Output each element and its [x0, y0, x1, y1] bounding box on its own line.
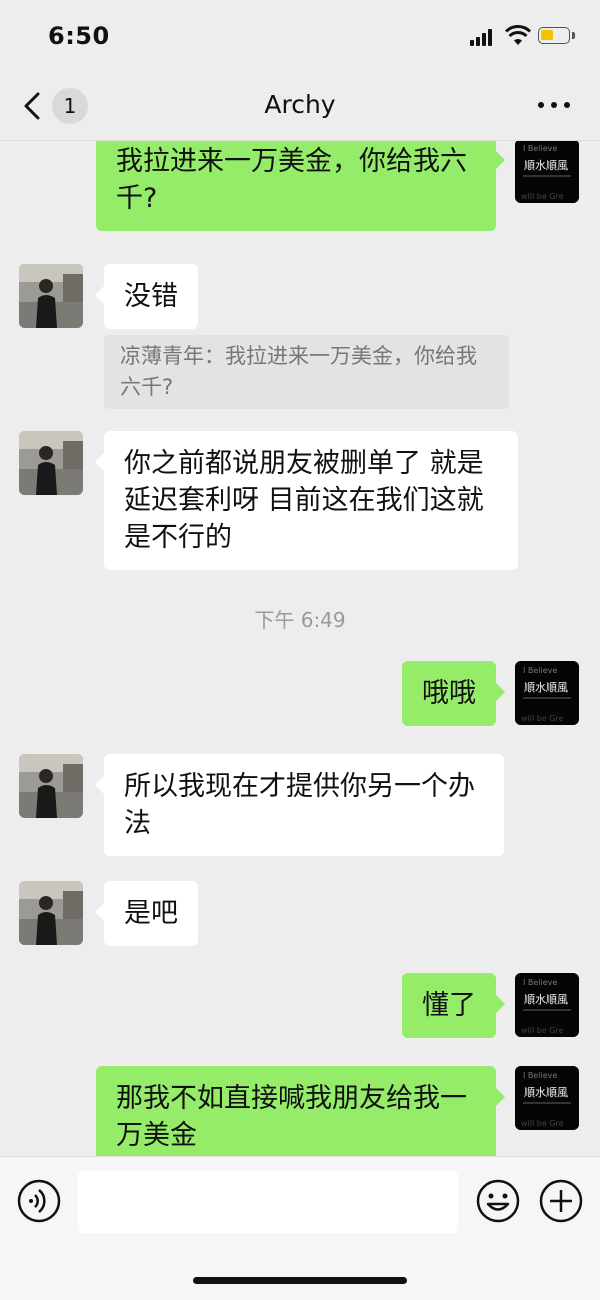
status-bar: 6:50	[0, 0, 600, 72]
svg-text:順水順風: 順水順風	[524, 1086, 568, 1099]
contact-avatar[interactable]	[19, 431, 83, 495]
message-list[interactable]: 我拉进来一万美金，你给我六千? I Believe 順水順風 will be G…	[0, 141, 600, 1156]
svg-text:will be Gre: will be Gre	[521, 192, 564, 201]
signal-icon	[470, 28, 496, 46]
svg-text:I Believe: I Believe	[523, 144, 557, 153]
svg-text:順水順風: 順水順風	[524, 681, 568, 694]
message-timestamp: 下午 6:49	[254, 608, 346, 632]
add-icon[interactable]	[539, 1179, 583, 1223]
svg-text:I Believe: I Believe	[523, 978, 557, 987]
message-bubble-incoming[interactable]: 你之前都说朋友被删单了 就是延迟套利呀 目前这在我们这就是不行的	[95, 431, 518, 570]
voice-icon[interactable]	[17, 1179, 61, 1223]
wifi-icon	[505, 25, 531, 45]
input-bar	[0, 1156, 600, 1300]
svg-text:will be Gre: will be Gre	[521, 1119, 564, 1128]
message-bubble-incoming[interactable]: 是吧	[95, 881, 198, 946]
svg-text:will be Gre: will be Gre	[521, 1026, 564, 1035]
message-bubble-outgoing[interactable]: 那我不如直接喊我朋友给我一万美金	[96, 1066, 505, 1156]
self-avatar[interactable]: I Believe 順水順風 will be Gre	[515, 141, 579, 203]
home-indicator	[193, 1277, 407, 1284]
quoted-message[interactable]: 凉薄青年：我拉进来一万美金，你给我六千?	[104, 335, 509, 409]
self-avatar[interactable]: I Believe 順水順風 will be Gre	[515, 1066, 579, 1130]
battery-icon	[538, 27, 570, 44]
contact-avatar-image	[19, 264, 83, 328]
svg-text:I Believe: I Believe	[523, 666, 557, 675]
svg-text:順水順風: 順水順風	[524, 993, 568, 1006]
message-bubble-outgoing[interactable]: 我拉进来一万美金，你给我六千?	[96, 141, 505, 231]
contact-avatar[interactable]	[19, 881, 83, 945]
more-icon[interactable]	[538, 102, 572, 110]
emoji-icon[interactable]	[476, 1179, 520, 1223]
self-avatar[interactable]: I Believe 順水順風 will be Gre	[515, 661, 579, 725]
contact-avatar[interactable]	[19, 264, 83, 328]
chat-title: Archy	[264, 90, 336, 119]
message-bubble-outgoing[interactable]: 懂了	[402, 973, 505, 1038]
message-bubble-incoming[interactable]: 所以我现在才提供你另一个办法	[95, 754, 504, 856]
message-input[interactable]	[78, 1171, 458, 1233]
message-bubble-outgoing[interactable]: 哦哦	[402, 661, 505, 726]
contact-avatar[interactable]	[19, 754, 83, 818]
svg-text:順水順風: 順水順風	[524, 159, 568, 172]
svg-text:will be Gre: will be Gre	[521, 714, 564, 723]
chat-header: 1 Archy	[0, 72, 600, 141]
self-avatar-image: I Believe 順水順風 will be Gre	[515, 141, 579, 203]
message-bubble-incoming[interactable]: 没错	[95, 264, 198, 329]
self-avatar[interactable]: I Believe 順水順風 will be Gre	[515, 973, 579, 1037]
status-time: 6:50	[48, 22, 110, 50]
svg-text:I Believe: I Believe	[523, 1071, 557, 1080]
